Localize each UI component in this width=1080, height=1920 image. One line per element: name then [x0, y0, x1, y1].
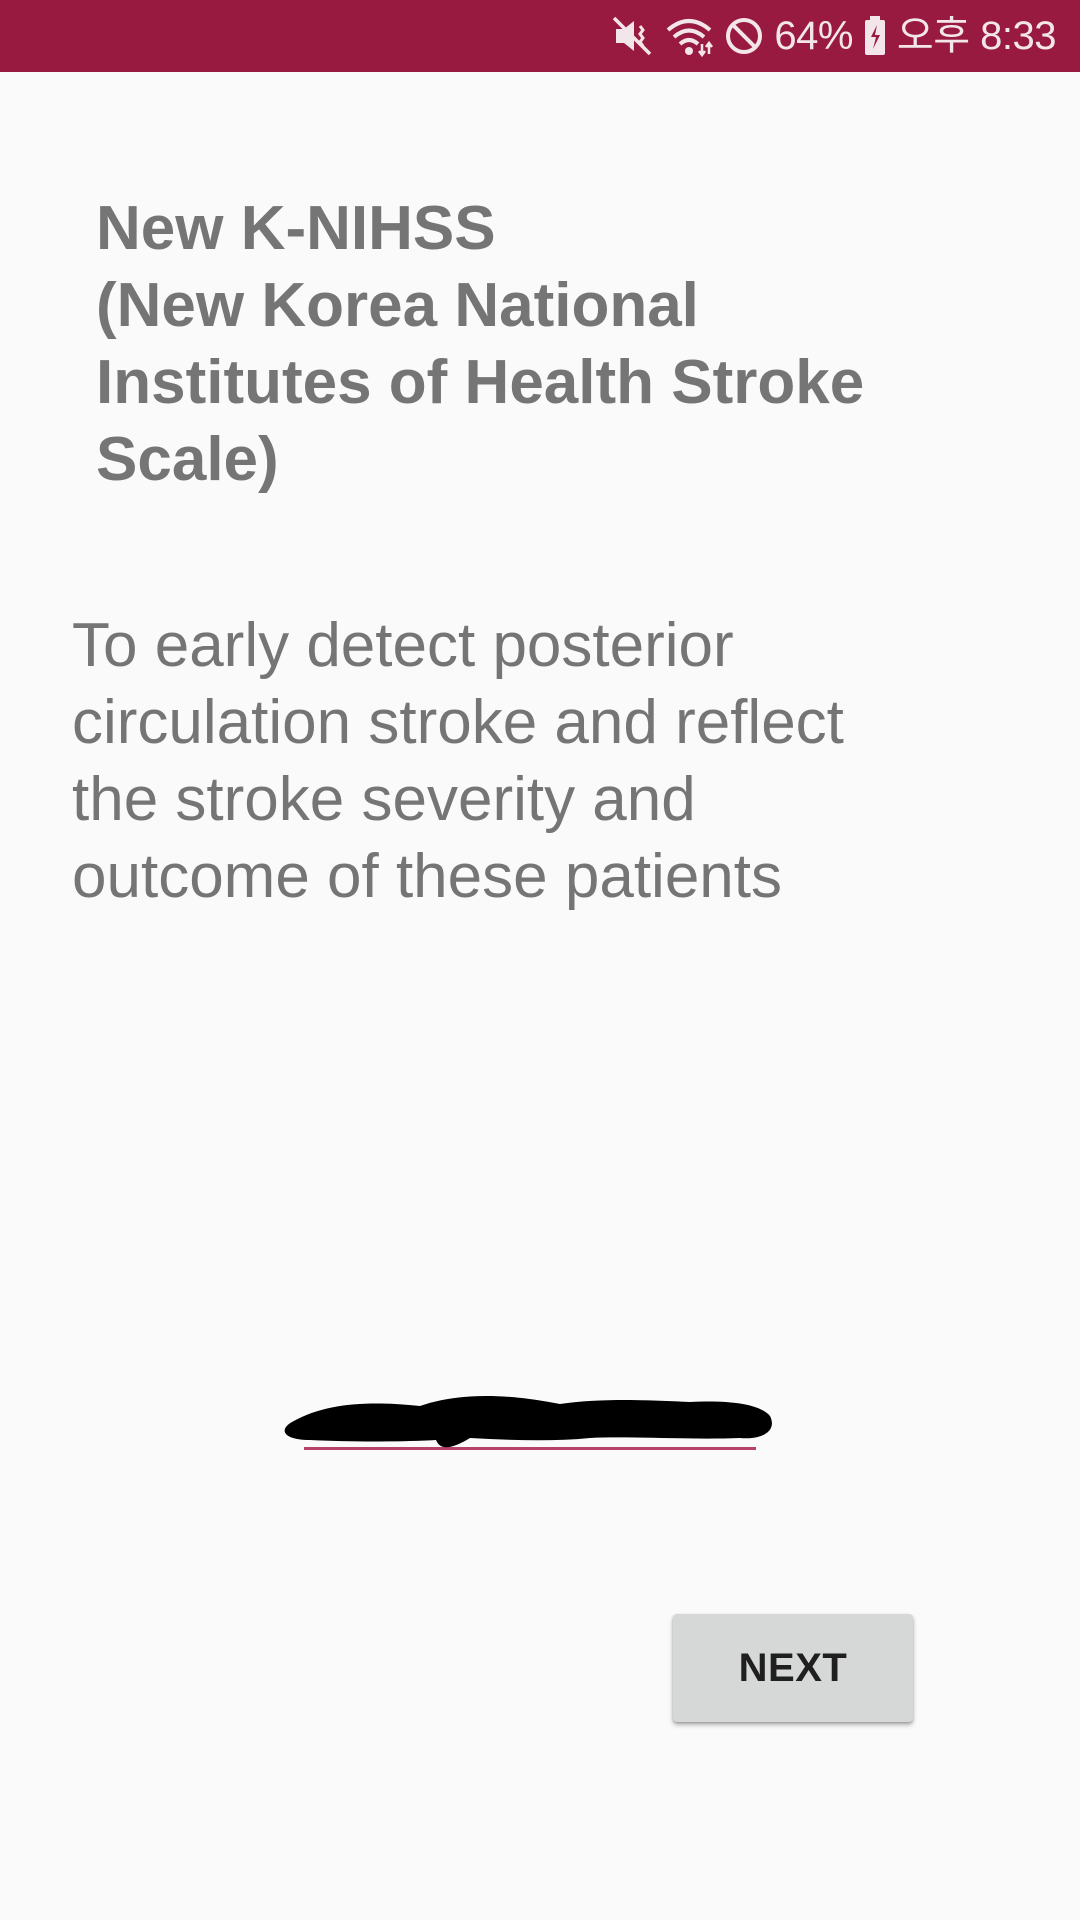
status-bar: 64% 오후 8:33: [0, 0, 1080, 72]
description-line: the stroke severity and: [72, 765, 696, 834]
redaction-scribble: [284, 1396, 772, 1448]
battery-charging-icon: [863, 15, 887, 57]
description-line: To early detect posterior: [72, 611, 734, 680]
description-line: outcome of these patients: [72, 842, 783, 911]
redacted-link[interactable]: [270, 1380, 796, 1460]
title-line: New K-NIHSS: [96, 194, 496, 263]
clock: 오후 8:33: [896, 14, 1057, 58]
status-icons: 64% 오후 8:33: [610, 0, 1057, 72]
do-not-disturb-icon: [724, 16, 764, 56]
description-text: To early detect posterior circulation st…: [72, 607, 1032, 915]
next-button[interactable]: NEXT: [673, 1614, 913, 1722]
title-line: Scale): [96, 425, 279, 494]
page-title: New K-NIHSS (New Korea National Institut…: [96, 190, 996, 498]
wifi-icon: [664, 14, 714, 58]
title-line: Institutes of Health Stroke: [96, 348, 865, 417]
battery-percent: 64%: [774, 14, 853, 58]
description-line: circulation stroke and reflect: [72, 688, 844, 757]
title-line: (New Korea National: [96, 271, 699, 340]
mute-vibrate-icon: [610, 14, 654, 58]
